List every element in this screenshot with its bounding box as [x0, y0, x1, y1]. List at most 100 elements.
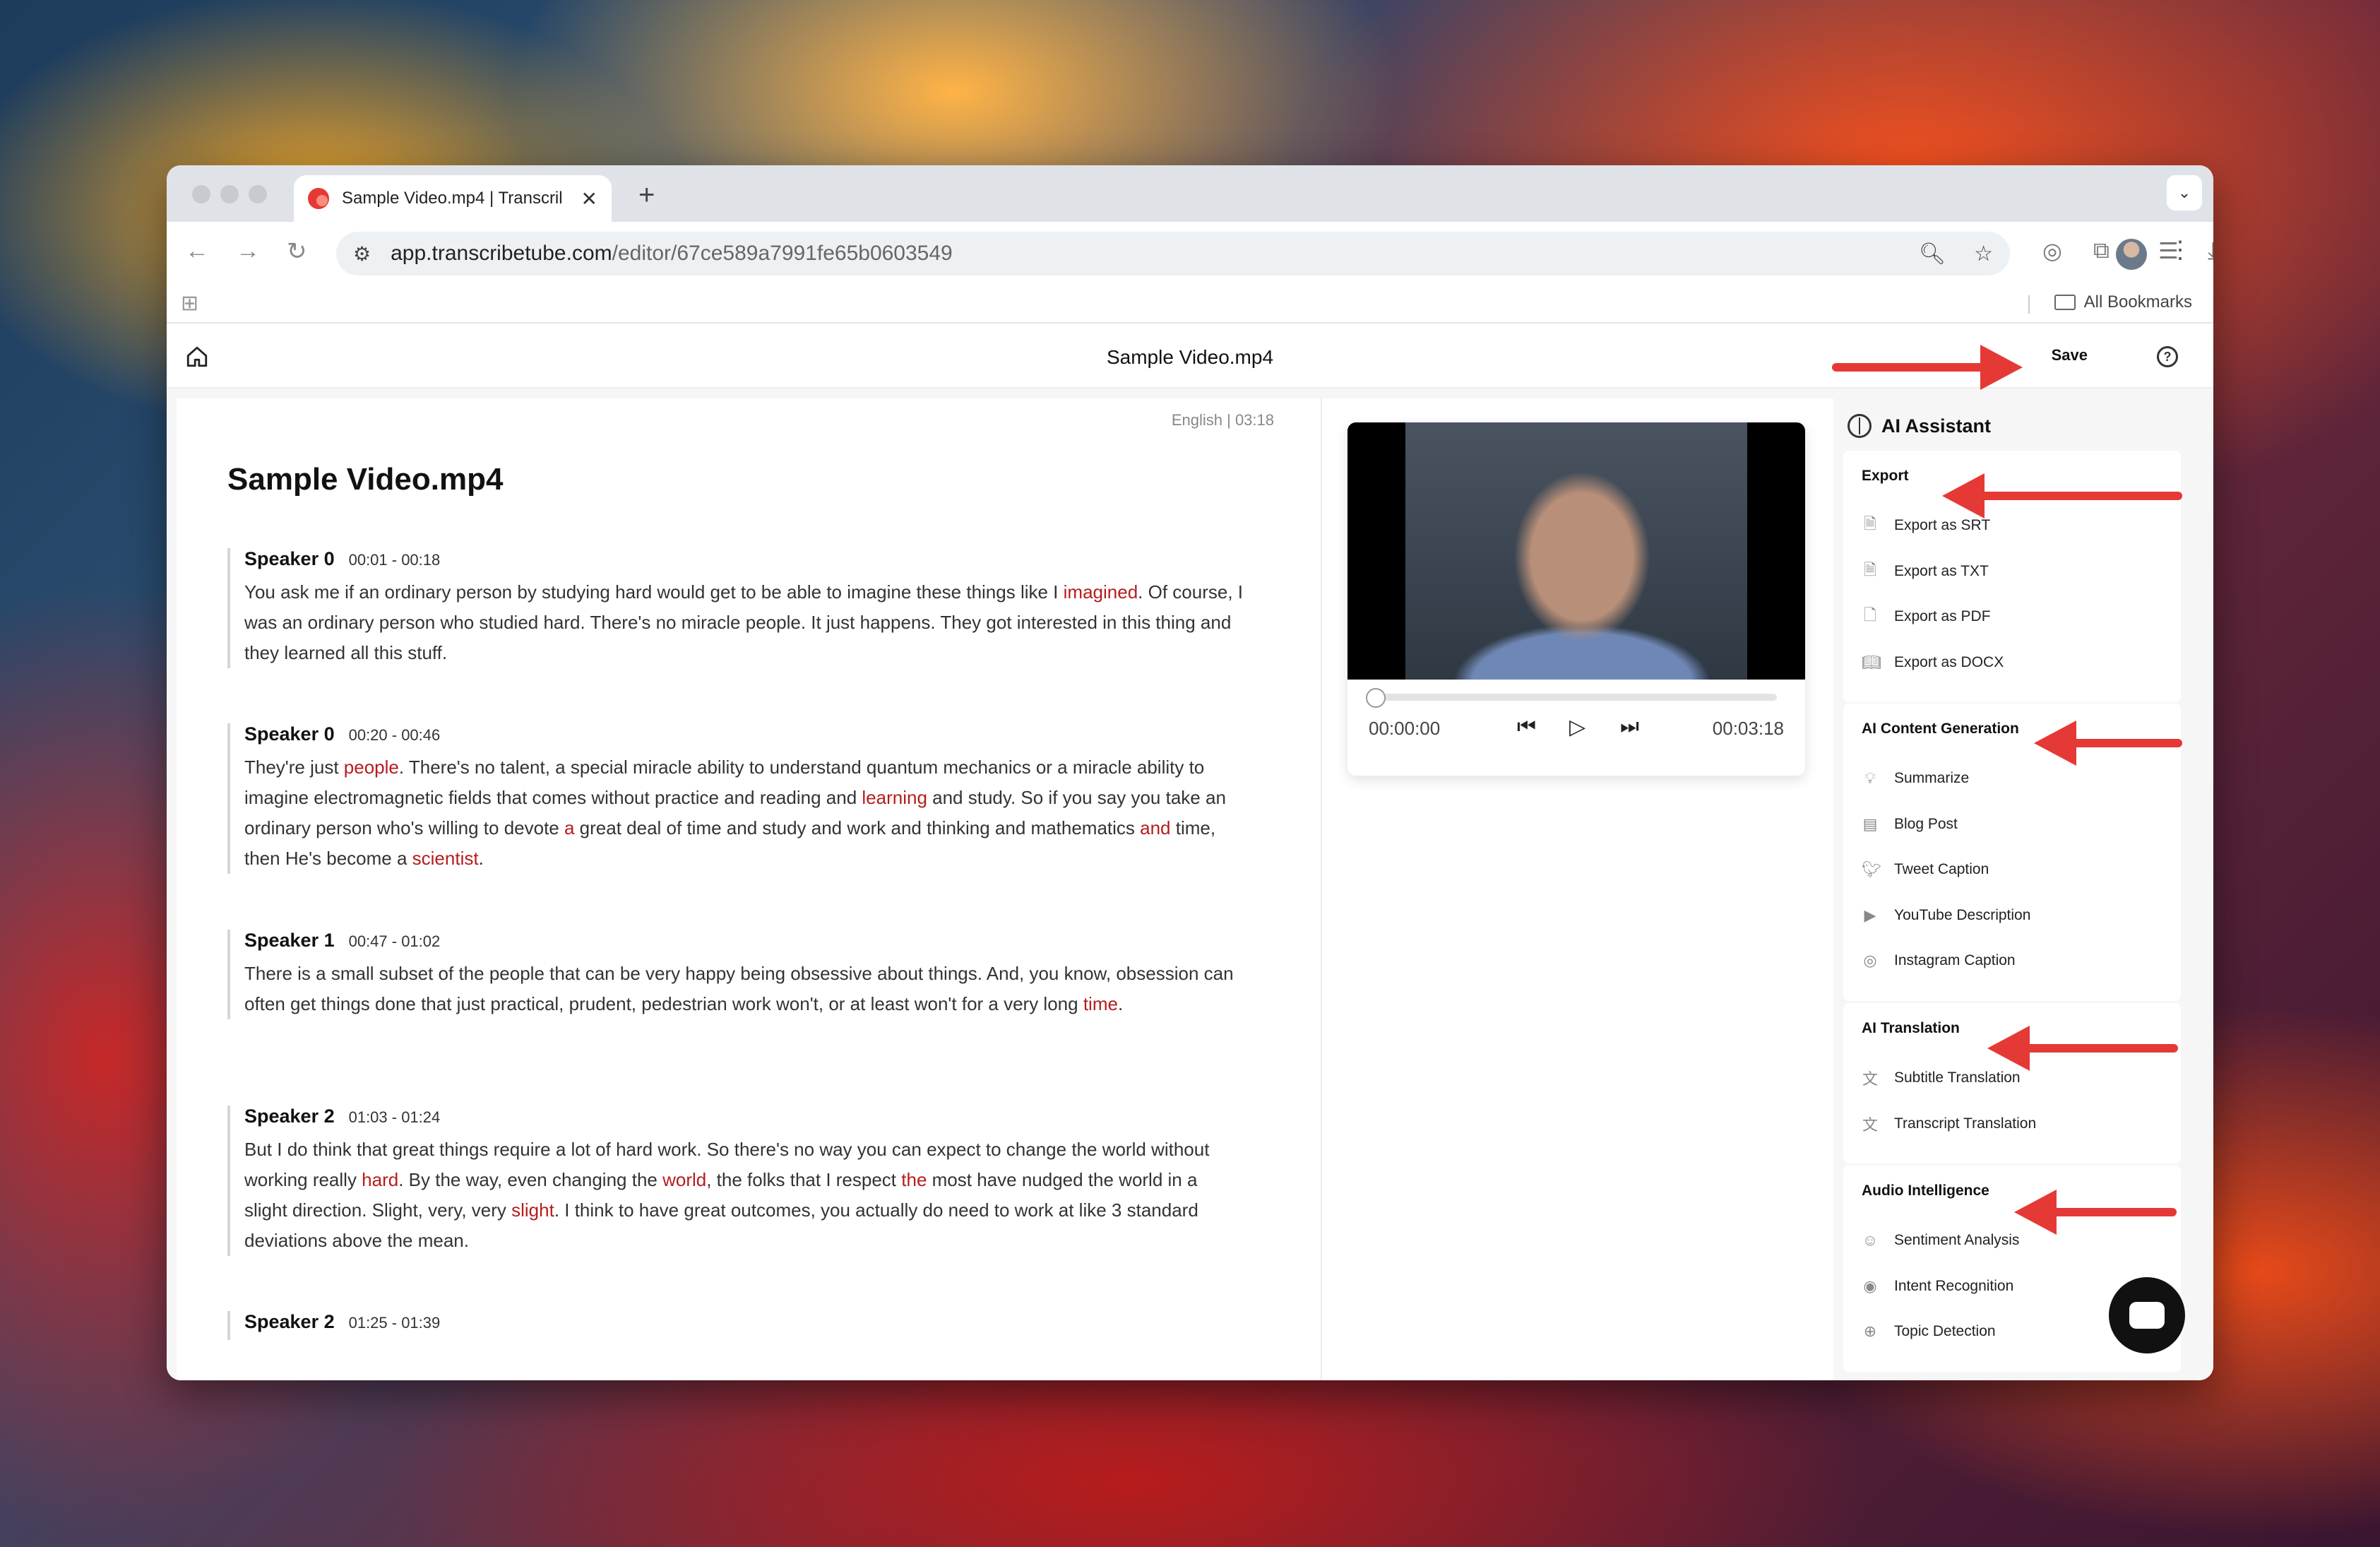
highlighted-word: the [901, 1169, 927, 1190]
site-settings-icon[interactable]: ⚙ [353, 242, 371, 266]
reload-icon[interactable]: ↻ [287, 237, 307, 266]
total-time: 00:03:18 [1712, 718, 1784, 739]
transcript-segment[interactable]: Speaker 0 00:20 - 00:46 They're just peopl… [227, 723, 1244, 874]
speaker-label[interactable]: Speaker 0 [244, 548, 335, 569]
instagram-caption-button[interactable]: ◎ Instagram Caption [1862, 938, 2162, 984]
address-bar[interactable]: ⚙ app.transcribetube.com/editor/67ce589a… [336, 232, 2010, 275]
back-arrow-icon[interactable]: ← [185, 237, 209, 265]
apps-grid-icon[interactable]: ⊞ [181, 291, 198, 316]
highlighted-word: people [343, 757, 399, 778]
close-window-button[interactable] [192, 185, 210, 203]
all-bookmarks-label: All Bookmarks [2083, 292, 2192, 312]
close-tab-icon[interactable]: ✕ [581, 187, 597, 211]
segment-timestamp[interactable]: 00:47 - 01:02 [349, 932, 441, 950]
maximize-window-button[interactable] [249, 185, 267, 203]
segment-text[interactable]: You ask me if an ordinary person by stud… [244, 577, 1244, 668]
text-run: great deal of time and study and work an… [574, 817, 1141, 838]
bookmarks-divider [2028, 295, 2030, 314]
browser-toolbar: ← → ↻ ⚙ app.transcribetube.com/editor/67… [167, 222, 2213, 284]
file-pdf-icon: 🗋 [1864, 606, 1876, 624]
tab-search-chevron-icon[interactable]: ⌄ [2167, 175, 2202, 211]
text-run: . By the way, even changing the [398, 1169, 663, 1190]
bookmark-star-icon[interactable]: ☆ [1974, 242, 1993, 266]
segment-text[interactable]: There is a small subset of the people th… [244, 959, 1244, 1019]
profile-avatar[interactable] [2116, 239, 2147, 270]
export-srt-button[interactable]: 🗎 Export as SRT [1862, 503, 2162, 549]
all-bookmarks-button[interactable]: All Bookmarks [2054, 292, 2192, 312]
skip-forward-icon[interactable]: ⏭ [1620, 715, 1639, 739]
editor-content: English | 03:18 Sample Video.mp4 Speaker… [167, 389, 2213, 1380]
segment-timestamp[interactable]: 01:25 - 01:39 [349, 1314, 441, 1332]
annotation-arrow-content-generation [2034, 721, 2182, 766]
segment-timestamp[interactable]: 01:03 - 01:24 [349, 1108, 441, 1126]
url-text: app.transcribetube.com/editor/67ce589a79… [391, 242, 953, 265]
book-icon: 📖︎ [1862, 653, 1881, 671]
highlighted-word: time [1083, 993, 1118, 1014]
save-button[interactable]: Save [2052, 346, 2088, 364]
segment-text[interactable]: But I do think that great things require… [244, 1134, 1244, 1256]
new-tab-button[interactable]: + [638, 179, 655, 211]
forward-arrow-icon[interactable]: → [236, 237, 260, 265]
video-frame[interactable] [1347, 422, 1805, 680]
segment-text[interactable]: They're just people. There's no talent, … [244, 752, 1244, 874]
bookmarks-bar: ⊞ All Bookmarks [167, 284, 2213, 324]
minimize-window-button[interactable] [220, 185, 239, 203]
progress-handle[interactable] [1366, 688, 1386, 708]
smile-icon: ☺ [1862, 1231, 1879, 1250]
lightbulb-icon: 💡︎ [1864, 769, 1876, 788]
summarize-button[interactable]: 💡︎ Summarize [1862, 756, 2162, 802]
speaker-label[interactable]: Speaker 2 [244, 1311, 335, 1332]
blog-post-button[interactable]: ▤ Blog Post [1862, 802, 2162, 848]
download-icon[interactable]: ⤓ [2208, 237, 2213, 265]
segment-header: Speaker 1 00:47 - 01:02 [244, 930, 1244, 952]
brain-icon [1848, 414, 1872, 438]
file-icon: 🗎 [1864, 515, 1876, 533]
transcript-translation-button[interactable]: 文 Transcript Translation [1862, 1101, 2162, 1147]
content-generation-title: AI Content Generation [1862, 721, 2019, 737]
transcript-segment[interactable]: Speaker 2 01:03 - 01:24 But I do think tha… [227, 1106, 1244, 1256]
translate-icon: 文 [1862, 1070, 1878, 1089]
segment-header: Speaker 0 00:01 - 00:18 [244, 548, 1244, 570]
progress-bar[interactable] [1376, 694, 1777, 701]
export-docx-button[interactable]: 📖︎ Export as DOCX [1862, 640, 2162, 686]
export-title: Export [1862, 468, 1909, 484]
annotation-arrow-save [1832, 345, 2023, 390]
brain-icon: ⊕ [1863, 1322, 1877, 1341]
highlighted-word: scientist [412, 848, 479, 869]
transcript-segment[interactable]: Speaker 0 00:01 - 00:18 You ask me if an o… [227, 548, 1244, 668]
active-tab[interactable]: Sample Video.mp4 | Transcril ✕ [294, 175, 612, 222]
export-pdf-button[interactable]: 🗋 Export as PDF [1862, 594, 2162, 640]
annotation-arrow-translation [1987, 1026, 2178, 1071]
speaker-label[interactable]: Speaker 0 [244, 723, 335, 745]
export-txt-button[interactable]: 🗎 Export as TXT [1862, 549, 2162, 595]
text-run: You ask me if an ordinary person by stud… [244, 581, 1064, 603]
content-generation-card: AI Content Generation 💡︎ Summarize ▤ Blog … [1843, 704, 2181, 1001]
sentiment-analysis-button[interactable]: ☺ Sentiment Analysis [1862, 1218, 2162, 1264]
more-menu-icon[interactable]: ⋮ [2168, 236, 2192, 264]
extension-icon[interactable]: ◎ [2042, 237, 2062, 264]
speaker-label[interactable]: Speaker 2 [244, 1106, 335, 1127]
skip-back-icon[interactable]: ⏮ [1517, 715, 1536, 739]
ai-assistant-title: AI Assistant [1881, 415, 1992, 437]
transcript-segment[interactable]: Speaker 1 00:47 - 01:02 There is a small s… [227, 930, 1244, 1019]
speaker-label[interactable]: Speaker 1 [244, 930, 335, 951]
chat-support-button[interactable] [2109, 1277, 2185, 1353]
play-icon[interactable]: ▷ [1569, 715, 1585, 740]
youtube-description-button[interactable]: ▶ YouTube Description [1862, 893, 2162, 939]
tweet-caption-button[interactable]: 🐦︎ Tweet Caption [1862, 847, 2162, 893]
puzzle-extensions-icon[interactable]: ⧉ [2093, 237, 2110, 264]
help-icon[interactable]: ? [2157, 346, 2178, 367]
highlighted-word: learning [862, 787, 927, 808]
transcript-segment[interactable]: Speaker 2 01:25 - 01:39 [227, 1311, 1244, 1340]
segment-timestamp[interactable]: 00:01 - 00:18 [349, 551, 441, 569]
segment-timestamp[interactable]: 00:20 - 00:46 [349, 726, 441, 744]
video-panel: 00:00:00 ⏮ ▷ ⏭ 00:03:18 [1321, 398, 1833, 1380]
text-run: . [478, 848, 484, 869]
twitter-bird-icon: 🐦︎ [1862, 860, 1881, 879]
zoom-icon[interactable]: 🔍︎ [1919, 242, 1946, 266]
segment-header: Speaker 2 01:25 - 01:39 [244, 1311, 1244, 1333]
highlighted-word: imagined [1063, 581, 1138, 603]
newspaper-icon: ▤ [1862, 814, 1878, 833]
video-thumbnail [1405, 422, 1747, 680]
tab-bar: Sample Video.mp4 | Transcril ✕ + ⌄ [167, 165, 2213, 222]
